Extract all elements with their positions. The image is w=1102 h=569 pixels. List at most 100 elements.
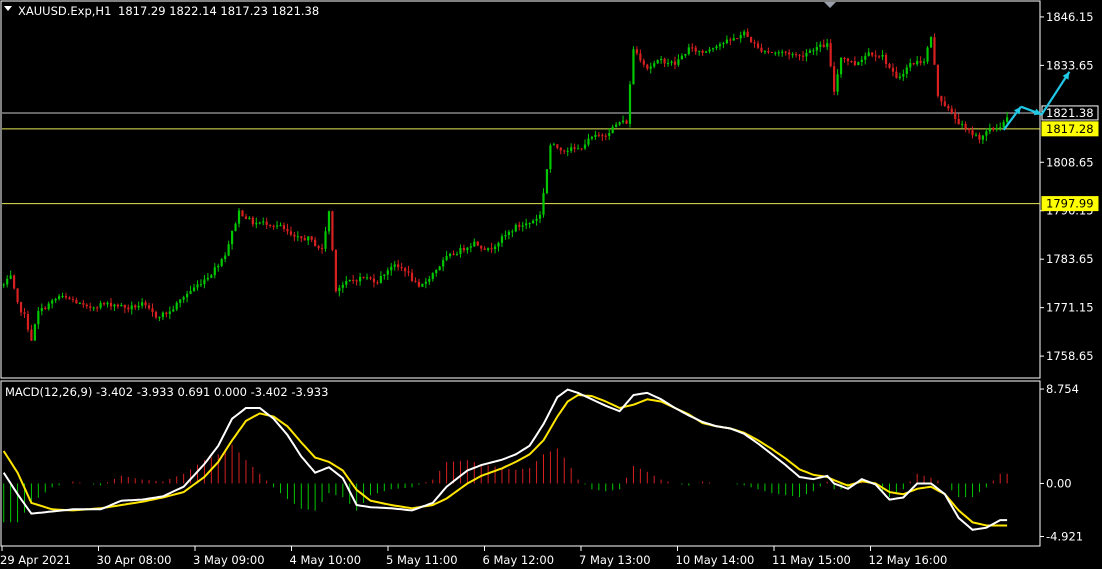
candle-body — [234, 223, 237, 231]
candle-body — [926, 47, 929, 62]
candle-body — [487, 248, 490, 250]
candle-body — [715, 46, 718, 49]
candle-body — [442, 260, 445, 267]
candle-body — [324, 231, 327, 249]
candle-body — [774, 52, 777, 54]
candle-body — [120, 305, 123, 307]
macd-title: MACD(12,26,9) -3.402 -3.933 0.691 0.000 … — [5, 385, 328, 399]
candle-body — [172, 309, 175, 312]
candle-body — [902, 73, 905, 77]
candle-body — [961, 123, 964, 125]
candle-body — [853, 61, 856, 65]
candle-body — [943, 101, 946, 107]
candle-body — [947, 106, 950, 109]
macd-panel-frame — [0, 380, 1041, 547]
candle-body — [815, 46, 818, 51]
candle-body — [359, 276, 362, 282]
candle-body — [13, 275, 16, 289]
candle-body — [708, 49, 711, 52]
candle-body — [628, 84, 632, 124]
candle-body — [452, 253, 455, 255]
candle-body — [123, 305, 126, 308]
time-tick-label: 10 May 14:00 — [676, 553, 755, 567]
candle-body — [808, 50, 812, 53]
candle-body — [912, 63, 915, 65]
candle-body — [161, 312, 164, 318]
candle-body — [985, 131, 988, 136]
candle-body — [590, 136, 594, 139]
candle-body — [756, 43, 760, 48]
candle-body — [753, 42, 756, 44]
candle-body — [909, 63, 912, 68]
candle-body — [438, 266, 441, 271]
candle-body — [37, 311, 40, 325]
candle-body — [954, 112, 957, 119]
candle-body — [621, 120, 625, 123]
candle-body — [26, 314, 30, 330]
macd-tick-label: 8.754 — [1046, 382, 1079, 396]
candle-body — [642, 60, 645, 65]
time-tick-label: 6 May 12:00 — [483, 553, 555, 567]
candle-body — [545, 169, 549, 194]
candle-body — [867, 52, 870, 56]
candle-body — [320, 247, 324, 249]
candle-body — [933, 37, 936, 65]
candle-body — [680, 55, 683, 60]
time-tick-label: 7 May 13:00 — [579, 553, 651, 567]
signal-line — [2, 393, 1008, 527]
candle-body — [660, 58, 663, 61]
candle-body — [490, 248, 493, 250]
price-tick-label: 1846.15 — [1046, 10, 1094, 24]
candle-body — [6, 278, 9, 285]
candle-body — [338, 287, 341, 292]
candle-body — [130, 305, 133, 310]
candle-body — [251, 217, 254, 225]
candle-body — [421, 283, 424, 287]
candle-body — [805, 52, 808, 57]
candle-body — [891, 67, 895, 72]
time-tick-label: 3 May 09:00 — [193, 553, 265, 567]
candle-body — [227, 244, 230, 256]
candle-body — [334, 249, 337, 292]
candle-body — [677, 59, 680, 65]
candle-body — [61, 295, 64, 297]
collapse-triangle-icon[interactable] — [4, 6, 12, 11]
candle-body — [957, 118, 960, 125]
candle-body — [410, 272, 414, 281]
candle-body — [210, 275, 213, 278]
candle-body — [649, 66, 652, 69]
candle-body — [89, 306, 92, 308]
candle-body — [566, 150, 569, 152]
candle-body — [521, 225, 524, 227]
chart-frames — [0, 0, 1041, 547]
candle-body — [68, 297, 71, 300]
candle-body — [895, 71, 898, 78]
candle-body — [206, 277, 209, 280]
candle-body — [1006, 117, 1009, 123]
candle-body — [189, 291, 192, 294]
candle-body — [179, 299, 182, 303]
candle-body — [310, 236, 313, 240]
candle-body — [147, 305, 151, 309]
candle-body — [431, 273, 434, 279]
candle-body — [255, 222, 258, 225]
candle-body — [57, 296, 61, 299]
candle-body — [75, 300, 78, 304]
candle-body — [507, 231, 510, 236]
candle-body — [269, 224, 272, 226]
candle-body — [355, 280, 358, 282]
candle-body — [469, 246, 472, 248]
candle-body — [220, 259, 223, 266]
candle-body — [580, 148, 583, 150]
candle-body — [1002, 122, 1005, 128]
candle-body — [884, 54, 888, 65]
candle-body — [400, 267, 403, 269]
candle-body — [424, 281, 427, 284]
candle-body — [64, 295, 68, 298]
candle-body — [497, 242, 500, 247]
time-tick-label: 29 Apr 2021 — [0, 553, 71, 567]
candle-body — [92, 307, 95, 309]
chart-shift-marker-icon[interactable] — [824, 2, 836, 8]
candle-body — [265, 221, 268, 225]
candle-body — [365, 277, 369, 279]
